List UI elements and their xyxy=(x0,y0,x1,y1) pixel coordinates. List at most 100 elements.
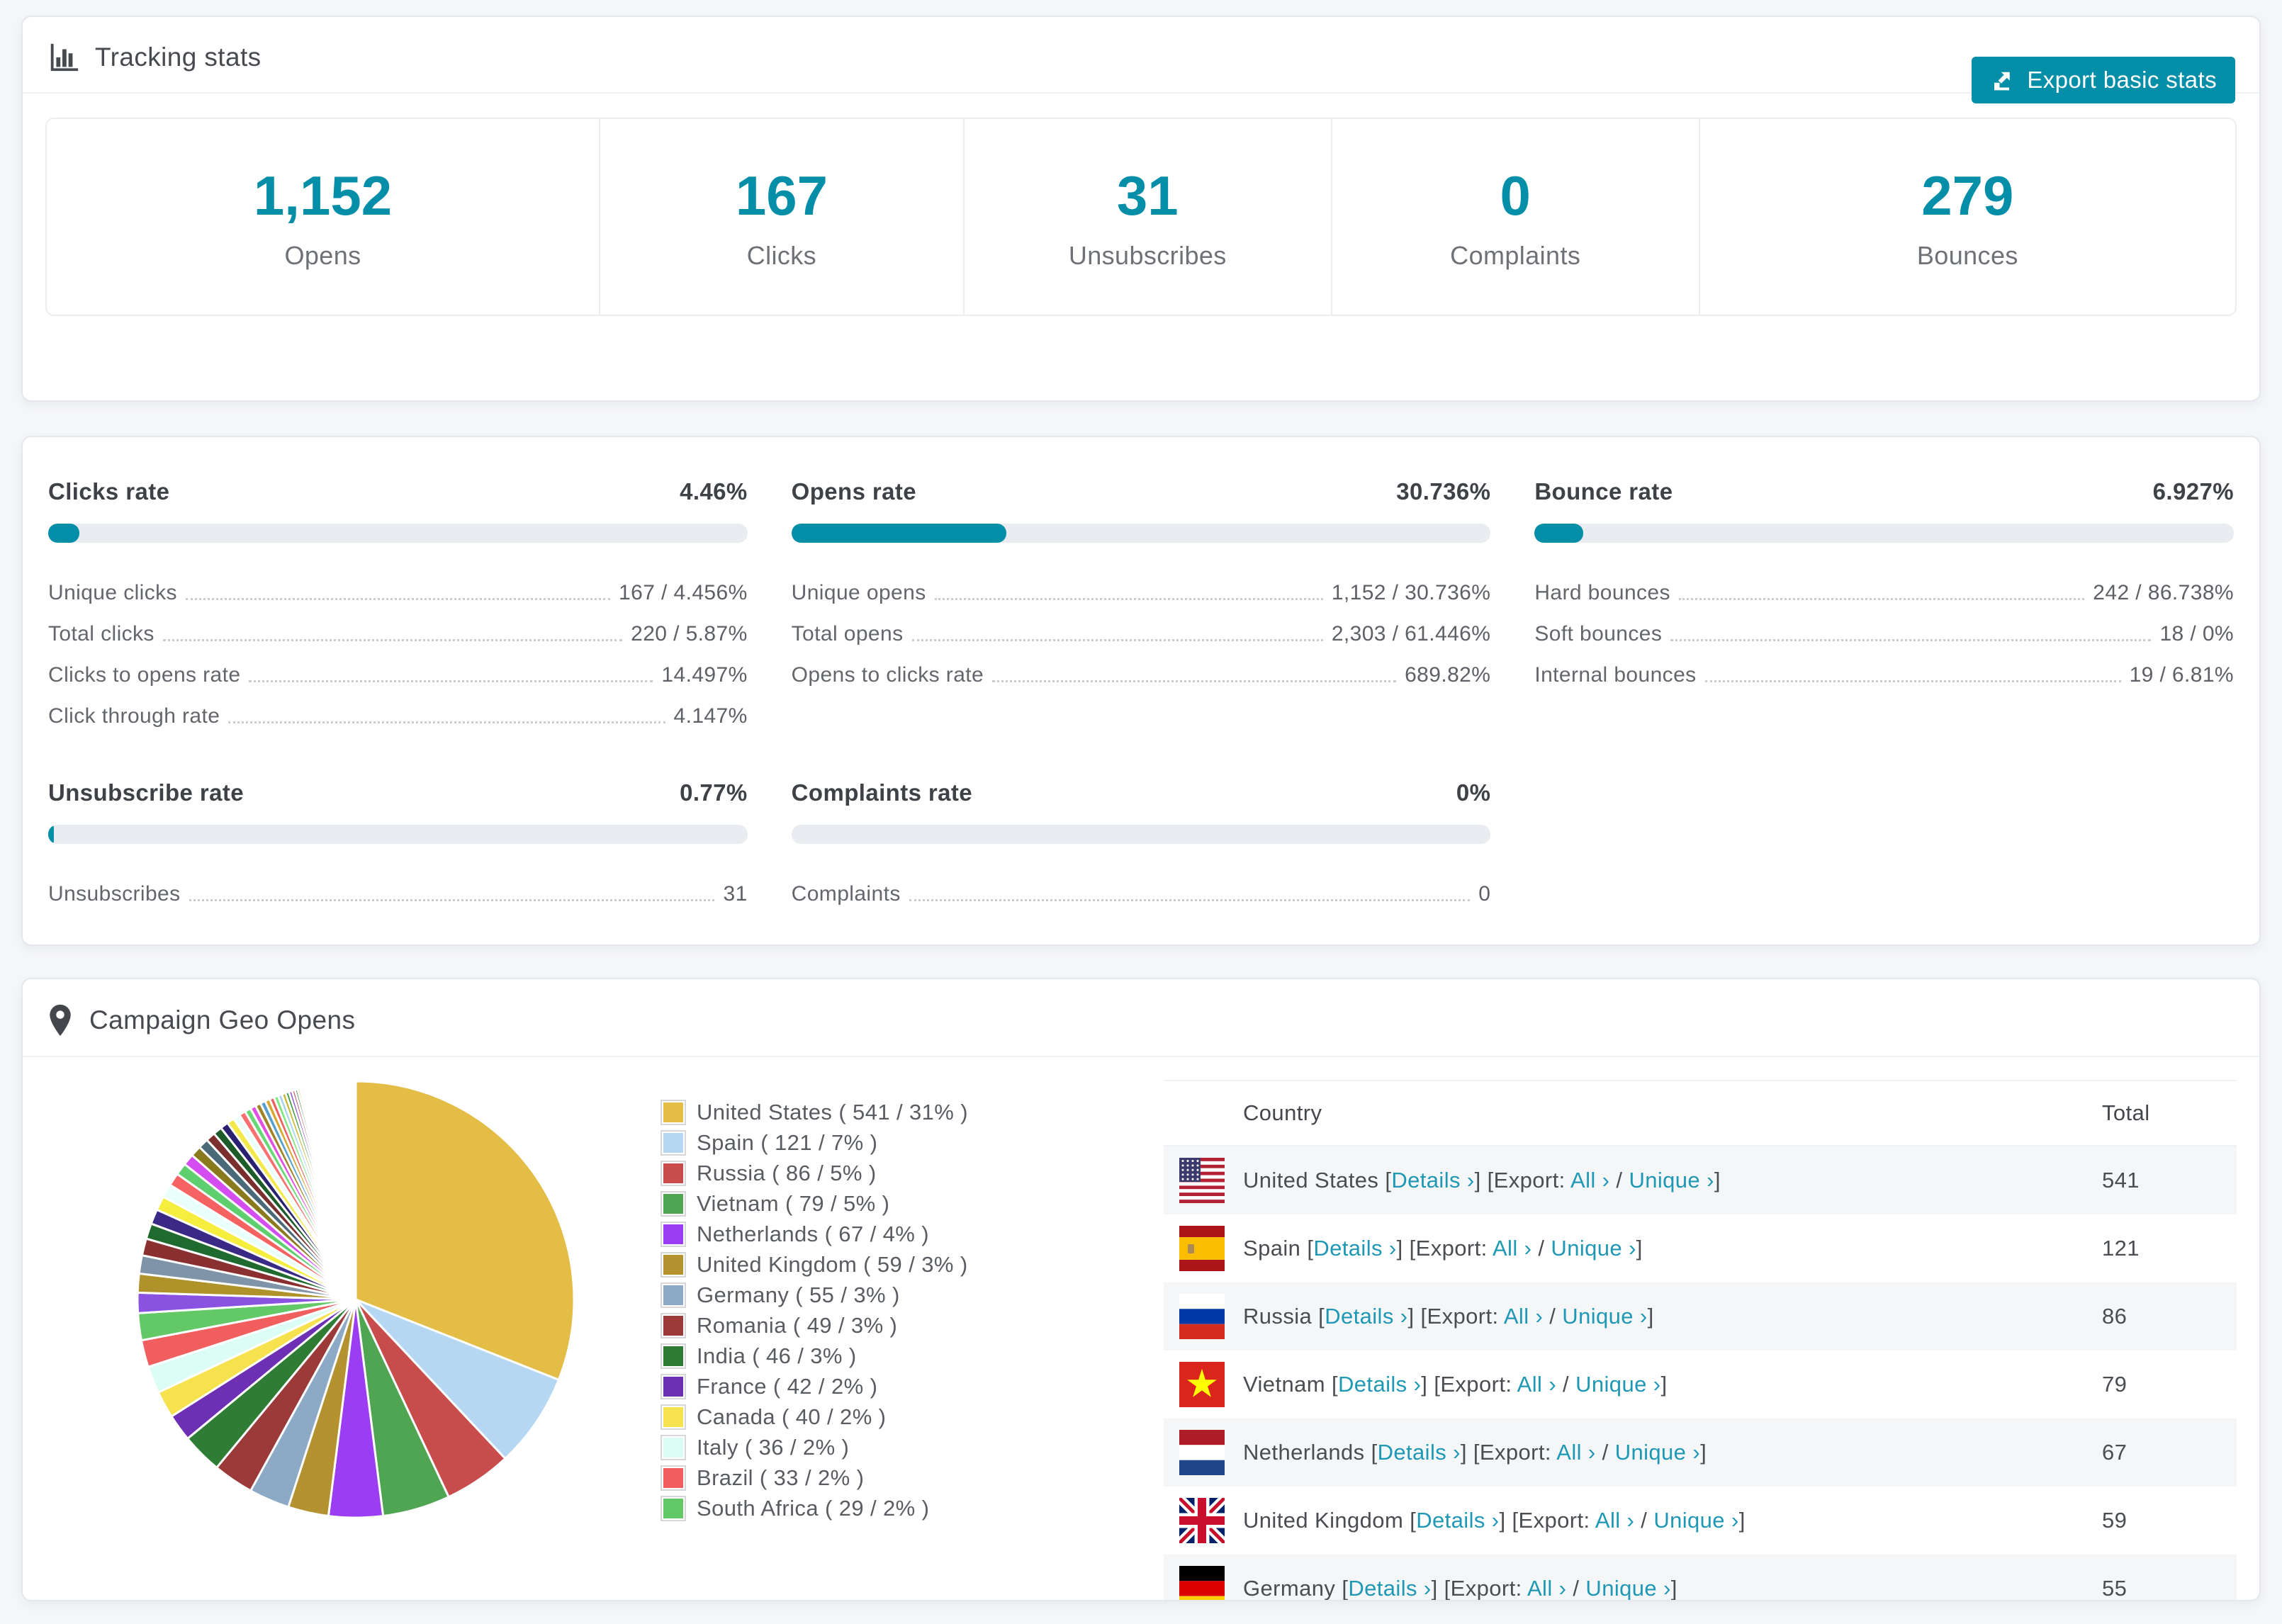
details-link[interactable]: Details › xyxy=(1391,1168,1474,1192)
detail-value: 4.147% xyxy=(673,704,748,728)
detail-label: Hard bounces xyxy=(1534,580,1670,604)
export-all-link[interactable]: All › xyxy=(1556,1440,1595,1465)
rate-title-row: Clicks rate 4.46% xyxy=(48,478,748,505)
stat-box-bounces: 279 Bounces xyxy=(1700,119,2235,315)
export-unique-link[interactable]: Unique › xyxy=(1653,1508,1738,1533)
flag-icon-vn xyxy=(1179,1362,1225,1407)
details-link[interactable]: Details › xyxy=(1338,1372,1421,1397)
detail-row: Hard bounces 242 / 86.738% xyxy=(1534,564,2234,605)
export-unique-link[interactable]: Unique › xyxy=(1562,1304,1647,1329)
details-link[interactable]: Details › xyxy=(1313,1236,1396,1261)
geo-header: Campaign Geo Opens xyxy=(23,979,2259,1057)
detail-label: Total clicks xyxy=(48,621,154,645)
bracket: [ xyxy=(1318,1304,1325,1329)
dotted-leader xyxy=(162,639,623,641)
bracket: [ xyxy=(1385,1168,1392,1192)
detail-label: Internal bounces xyxy=(1534,662,1697,687)
country-cell: United Kingdom [Details ›] [Export: All … xyxy=(1243,1508,2102,1533)
flag-icon-de xyxy=(1179,1566,1225,1600)
rate-panel-unsubscribe-rate: Unsubscribe rate 0.77% Unsubscribes 31 xyxy=(48,779,748,906)
export-button-label: Export basic stats xyxy=(2027,67,2217,93)
page-title: Tracking stats xyxy=(95,43,262,72)
geo-legend: United States ( 541 / 31% ) Spain ( 121 /… xyxy=(661,1057,1164,1523)
details-link[interactable]: Details › xyxy=(1348,1576,1431,1600)
export-all-link[interactable]: All › xyxy=(1504,1304,1543,1329)
details-link[interactable]: Details › xyxy=(1325,1304,1407,1329)
detail-label: Soft bounces xyxy=(1534,621,1663,645)
details-link[interactable]: Details › xyxy=(1416,1508,1499,1533)
slash: / xyxy=(1543,1304,1563,1329)
export-all-link[interactable]: All › xyxy=(1595,1508,1634,1533)
table-row-de: Germany [Details ›] [Export: All › / Uni… xyxy=(1164,1555,2237,1601)
rate-rows: Hard bounces 242 / 86.738% Soft bounces 18 … xyxy=(1534,564,2234,687)
rate-value: 6.927% xyxy=(2152,478,2234,504)
export-unique-link[interactable]: Unique › xyxy=(1585,1576,1670,1600)
details-link[interactable]: Details › xyxy=(1378,1440,1461,1465)
stat-label: Opens xyxy=(284,240,361,270)
rate-value: 0.77% xyxy=(680,779,748,806)
export-unique-link[interactable]: Unique › xyxy=(1575,1372,1660,1397)
country-name: Russia xyxy=(1243,1304,1313,1329)
detail-row: Opens to clicks rate 689.82% xyxy=(792,646,1491,687)
detail-row: Unique opens 1,152 / 30.736% xyxy=(792,564,1491,605)
total-cell: 67 xyxy=(2102,1440,2128,1465)
detail-row: Internal bounces 19 / 6.81% xyxy=(1534,646,2234,687)
rate-panel-complaints-rate: Complaints rate 0% Complaints 0 xyxy=(791,779,1491,906)
flag-icon-es xyxy=(1179,1226,1225,1271)
legend-swatch xyxy=(661,1251,686,1278)
legend-item: Spain ( 121 / 7% ) xyxy=(661,1127,1164,1158)
country-name: United States xyxy=(1243,1168,1379,1192)
bracket: ] [Export: xyxy=(1460,1440,1557,1465)
geo-table: Country Total United States [Details ›] … xyxy=(1164,1080,2237,1601)
legend-label: Germany ( 55 / 3% ) xyxy=(697,1282,900,1307)
total-cell: 541 xyxy=(2102,1168,2140,1192)
country-cell: Netherlands [Details ›] [Export: All › /… xyxy=(1243,1440,2102,1465)
slash: / xyxy=(1634,1508,1654,1533)
legend-label: Vietnam ( 79 / 5% ) xyxy=(697,1190,890,1216)
detail-value: 242 / 86.738% xyxy=(2093,580,2234,604)
dotted-leader xyxy=(909,899,1471,901)
progress-track xyxy=(791,825,1491,844)
detail-label: Opens to clicks rate xyxy=(791,662,984,687)
bracket: ] [Export: xyxy=(1421,1372,1517,1397)
legend-item: India ( 46 / 3% ) xyxy=(661,1341,1164,1371)
table-row-vn: Vietnam [Details ›] [Export: All › / Uni… xyxy=(1164,1350,2237,1419)
rate-panel-opens-rate: Opens rate 30.736% Unique opens 1,152 / 30.… xyxy=(791,478,1491,728)
total-cell: 79 xyxy=(2102,1372,2128,1397)
detail-value: 167 / 4.456% xyxy=(619,580,748,604)
bracket: [ xyxy=(1371,1440,1378,1465)
rate-title-row: Complaints rate 0% xyxy=(792,779,1491,806)
bracket: ] xyxy=(1738,1508,1746,1533)
export-unique-link[interactable]: Unique › xyxy=(1629,1168,1714,1192)
bracket: ] [Export: xyxy=(1431,1576,1527,1601)
legend-swatch xyxy=(661,1190,686,1217)
export-all-link[interactable]: All › xyxy=(1527,1576,1566,1600)
table-row-es: Spain [Details ›] [Export: All › / Uniqu… xyxy=(1164,1214,2237,1282)
dotted-leader xyxy=(1704,680,2121,682)
detail-row: Total clicks 220 / 5.87% xyxy=(48,605,748,646)
legend-item: Netherlands ( 67 / 4% ) xyxy=(661,1219,1164,1249)
progress-fill xyxy=(48,825,54,844)
detail-label: Clicks to opens rate xyxy=(48,662,241,687)
export-unique-link[interactable]: Unique › xyxy=(1615,1440,1700,1465)
detail-value: 31 xyxy=(723,881,748,906)
export-all-link[interactable]: All › xyxy=(1517,1372,1556,1397)
bracket: ] [Export: xyxy=(1474,1168,1570,1192)
stats-summary-strip: 1,152 Opens 167 Clicks 31 Unsubscribes 0 Compla… xyxy=(45,118,2237,316)
legend-item: South Africa ( 29 / 2% ) xyxy=(661,1493,1164,1523)
progress-fill xyxy=(48,524,79,543)
detail-label: Click through rate xyxy=(48,704,220,728)
legend-label: United Kingdom ( 59 / 3% ) xyxy=(697,1251,968,1277)
rate-title: Bounce rate xyxy=(1534,478,1673,504)
export-all-link[interactable]: All › xyxy=(1493,1236,1531,1261)
country-name: Germany xyxy=(1243,1576,1336,1601)
export-unique-link[interactable]: Unique › xyxy=(1551,1236,1636,1261)
dotted-leader xyxy=(911,639,1323,641)
detail-label: Complaints xyxy=(791,881,901,906)
export-all-link[interactable]: All › xyxy=(1570,1168,1609,1192)
export-basic-stats-button[interactable]: Export basic stats xyxy=(1972,57,2235,103)
rate-rows: Unique clicks 167 / 4.456% Total clicks 220… xyxy=(48,564,748,728)
bracket: ] [Export: xyxy=(1407,1304,1504,1329)
legend-item: Romania ( 49 / 3% ) xyxy=(661,1310,1164,1341)
flag-icon-us xyxy=(1179,1158,1225,1203)
